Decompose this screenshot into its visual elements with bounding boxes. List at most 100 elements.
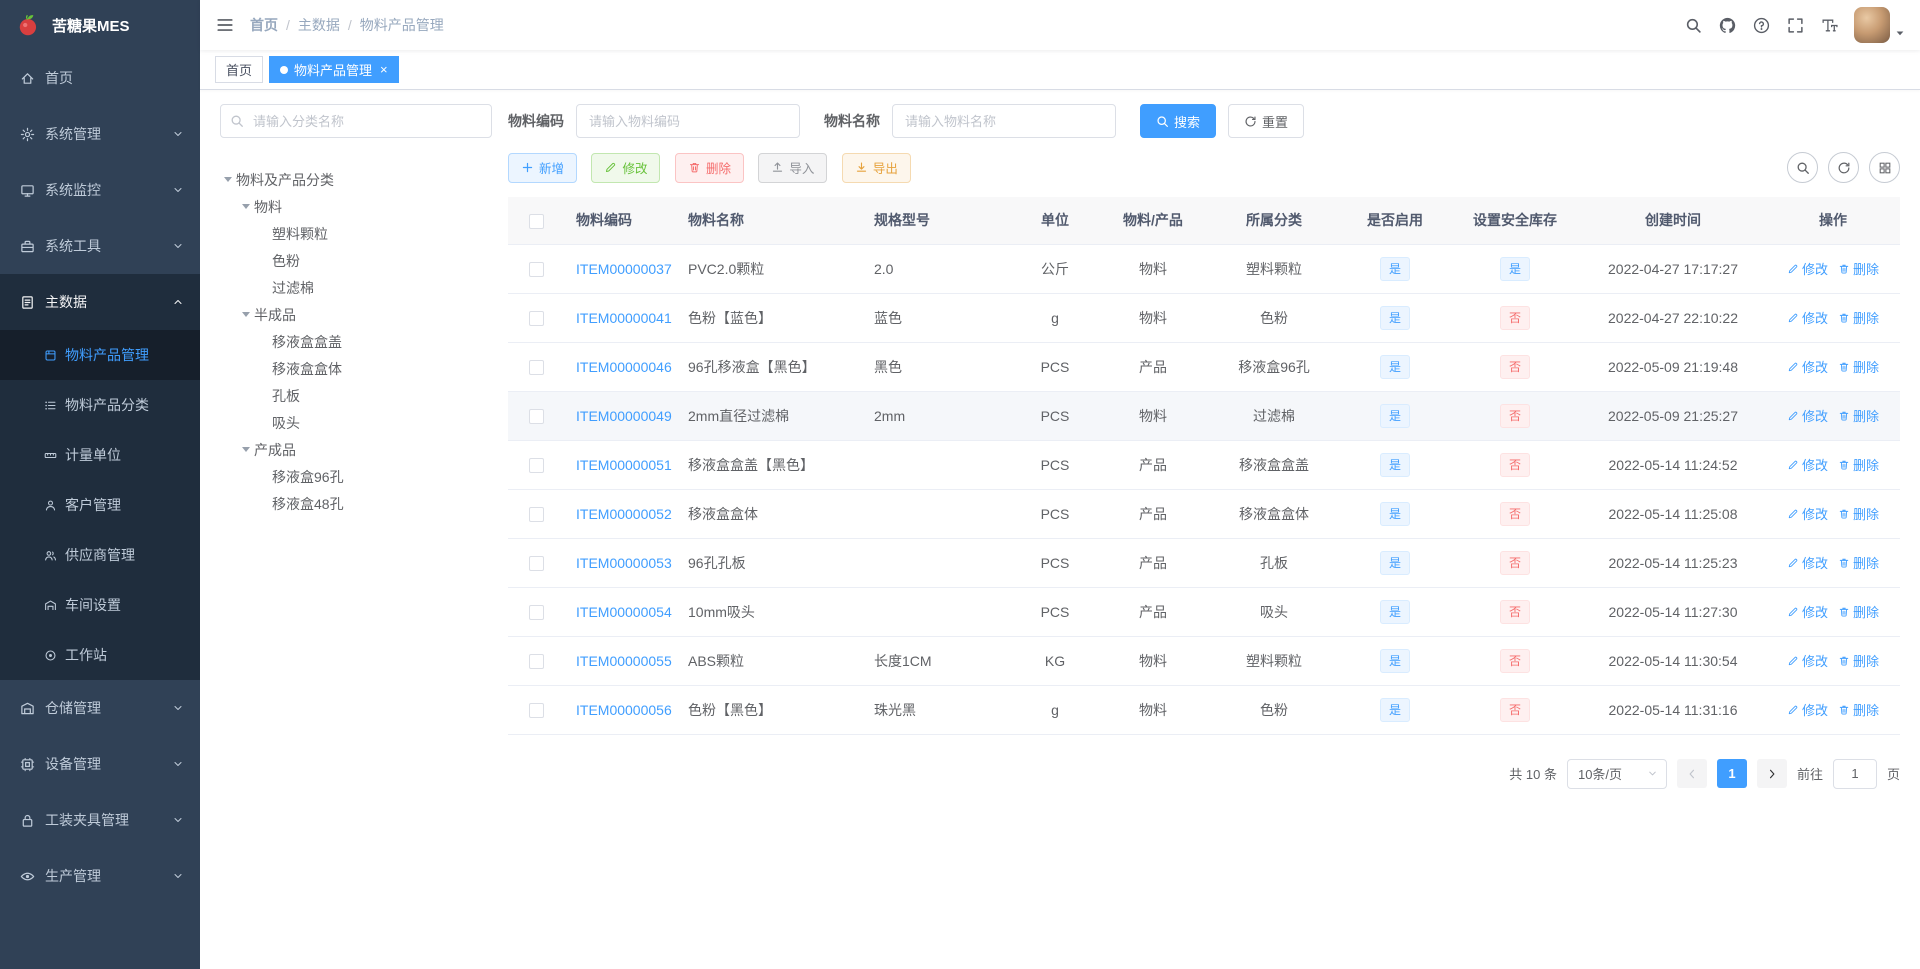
- material-code-link[interactable]: ITEM00000053: [564, 538, 676, 588]
- row-edit-button[interactable]: 修改: [1787, 602, 1828, 621]
- reset-button[interactable]: 重置: [1228, 104, 1305, 138]
- sidebar-item[interactable]: 系统工具: [0, 218, 200, 274]
- sidebar-subitem[interactable]: 客户管理: [0, 480, 200, 530]
- tree-node[interactable]: 移液盒盒体: [220, 355, 492, 382]
- sidebar-item[interactable]: 首页: [0, 50, 200, 106]
- github-button[interactable]: [1710, 0, 1744, 50]
- material-code-link[interactable]: ITEM00000055: [564, 636, 676, 686]
- material-code-link[interactable]: ITEM00000041: [564, 293, 676, 343]
- page-1-button[interactable]: 1: [1716, 759, 1747, 788]
- row-edit-button[interactable]: 修改: [1787, 700, 1828, 719]
- tree-node[interactable]: 吸头: [220, 409, 492, 436]
- tree-node[interactable]: 物料: [220, 193, 492, 220]
- app-logo[interactable]: 苦糖果MES: [0, 0, 200, 50]
- delete-button[interactable]: 删除: [674, 152, 744, 183]
- tree-node[interactable]: 物料及产品分类: [220, 166, 492, 193]
- tree-node[interactable]: 移液盒96孔: [220, 463, 492, 490]
- tree-node[interactable]: 色粉: [220, 247, 492, 274]
- row-checkbox[interactable]: [528, 702, 544, 718]
- row-edit-button[interactable]: 修改: [1787, 455, 1828, 474]
- tree-node[interactable]: 产成品: [220, 436, 492, 463]
- tree-node[interactable]: 塑料颗粒: [220, 220, 492, 247]
- material-code-link[interactable]: ITEM00000056: [564, 685, 676, 735]
- row-checkbox[interactable]: [528, 261, 544, 277]
- caret-down-icon[interactable]: [238, 199, 254, 215]
- row-checkbox[interactable]: [528, 359, 544, 375]
- sidebar-item[interactable]: 工装夹具管理: [0, 792, 200, 848]
- row-checkbox[interactable]: [528, 604, 544, 620]
- code-filter-input[interactable]: [576, 104, 800, 138]
- next-page-button[interactable]: [1756, 759, 1787, 788]
- tree-node[interactable]: 移液盒盒盖: [220, 328, 492, 355]
- row-delete-button[interactable]: 删除: [1838, 553, 1879, 572]
- row-checkbox[interactable]: [528, 506, 544, 522]
- user-menu-caret[interactable]: [1894, 26, 1906, 44]
- row-edit-button[interactable]: 修改: [1787, 406, 1828, 425]
- fullscreen-button[interactable]: [1778, 0, 1812, 50]
- row-delete-button[interactable]: 删除: [1838, 455, 1879, 474]
- row-edit-button[interactable]: 修改: [1787, 651, 1828, 670]
- row-delete-button[interactable]: 删除: [1838, 308, 1879, 327]
- row-edit-button[interactable]: 修改: [1787, 357, 1828, 376]
- material-code-link[interactable]: ITEM00000054: [564, 587, 676, 637]
- select-all-checkbox[interactable]: [528, 213, 544, 229]
- row-edit-button[interactable]: 修改: [1787, 259, 1828, 278]
- material-code-link[interactable]: ITEM00000037: [564, 244, 676, 294]
- tab-material-management[interactable]: 物料产品管理 ×: [269, 56, 399, 83]
- caret-down-icon[interactable]: [220, 172, 236, 188]
- sidebar-subitem[interactable]: 物料产品分类: [0, 380, 200, 430]
- row-checkbox[interactable]: [528, 653, 544, 669]
- row-edit-button[interactable]: 修改: [1787, 553, 1828, 572]
- tree-node[interactable]: 半成品: [220, 301, 492, 328]
- hamburger-button[interactable]: [200, 0, 250, 50]
- name-filter-input[interactable]: [892, 104, 1116, 138]
- row-checkbox[interactable]: [528, 408, 544, 424]
- category-search-input[interactable]: [220, 104, 492, 138]
- navbar-search-button[interactable]: [1676, 0, 1710, 50]
- material-code-link[interactable]: ITEM00000052: [564, 489, 676, 539]
- sidebar-subitem[interactable]: 物料产品管理: [0, 330, 200, 380]
- row-checkbox[interactable]: [528, 555, 544, 571]
- row-delete-button[interactable]: 删除: [1838, 700, 1879, 719]
- row-checkbox[interactable]: [528, 457, 544, 473]
- sidebar-item[interactable]: 系统管理: [0, 106, 200, 162]
- row-delete-button[interactable]: 删除: [1838, 602, 1879, 621]
- toggle-search-button[interactable]: [1787, 152, 1818, 183]
- import-button[interactable]: 导入: [758, 152, 828, 183]
- material-code-link[interactable]: ITEM00000046: [564, 342, 676, 392]
- row-edit-button[interactable]: 修改: [1787, 504, 1828, 523]
- edit-button[interactable]: 修改: [591, 152, 661, 183]
- goto-page-input[interactable]: [1832, 758, 1877, 789]
- tab-close-icon[interactable]: ×: [380, 63, 388, 76]
- export-button[interactable]: 导出: [841, 152, 911, 183]
- prev-page-button[interactable]: [1676, 759, 1707, 788]
- row-delete-button[interactable]: 删除: [1838, 504, 1879, 523]
- breadcrumb-home[interactable]: 首页: [250, 15, 278, 35]
- refresh-table-button[interactable]: [1828, 152, 1859, 183]
- breadcrumb-master-data[interactable]: 主数据: [298, 15, 340, 35]
- row-edit-button[interactable]: 修改: [1787, 308, 1828, 327]
- tree-node[interactable]: 移液盒48孔: [220, 490, 492, 517]
- sidebar-subitem[interactable]: 计量单位: [0, 430, 200, 480]
- font-size-button[interactable]: [1812, 0, 1846, 50]
- row-delete-button[interactable]: 删除: [1838, 357, 1879, 376]
- sidebar-subitem[interactable]: 工作站: [0, 630, 200, 680]
- tree-node[interactable]: 孔板: [220, 382, 492, 409]
- caret-down-icon[interactable]: [238, 442, 254, 458]
- caret-down-icon[interactable]: [238, 307, 254, 323]
- avatar[interactable]: [1854, 7, 1890, 43]
- sidebar-item[interactable]: 仓储管理: [0, 680, 200, 736]
- sidebar-subitem[interactable]: 车间设置: [0, 580, 200, 630]
- sidebar-item[interactable]: 生产管理: [0, 848, 200, 904]
- material-code-link[interactable]: ITEM00000049: [564, 391, 676, 441]
- sidebar-item[interactable]: 设备管理: [0, 736, 200, 792]
- sidebar-item[interactable]: 系统监控: [0, 162, 200, 218]
- page-size-select[interactable]: 10条/页: [1566, 758, 1667, 789]
- help-button[interactable]: [1744, 0, 1778, 50]
- add-button[interactable]: 新增: [508, 152, 578, 183]
- row-checkbox[interactable]: [528, 310, 544, 326]
- row-delete-button[interactable]: 删除: [1838, 259, 1879, 278]
- row-delete-button[interactable]: 删除: [1838, 406, 1879, 425]
- row-delete-button[interactable]: 删除: [1838, 651, 1879, 670]
- material-code-link[interactable]: ITEM00000051: [564, 440, 676, 490]
